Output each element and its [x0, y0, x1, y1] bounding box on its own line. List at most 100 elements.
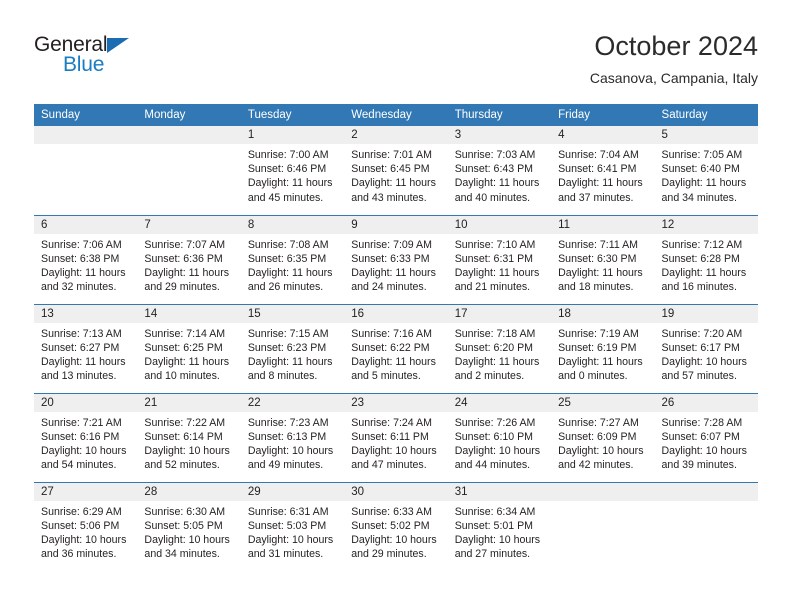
calendar-day-cell[interactable]: 29 Sunrise: 6:31 AM Sunset: 5:03 PM Dayligh…	[240, 481, 345, 571]
daylight-text: Daylight: 11 hours and 26 minutes.	[247, 266, 333, 294]
sunrise-text: Sunrise: 7:12 AM	[661, 238, 743, 251]
calendar-day-cell[interactable]: 23 Sunrise: 7:24 AM Sunset: 6:11 PM Dayligh…	[344, 392, 448, 482]
calendar-day-cell[interactable]: 19 Sunrise: 7:20 AM Sunset: 6:17 PM Dayligh…	[654, 303, 758, 393]
calendar-day-cell-empty	[34, 126, 138, 215]
sunrise-text: Sunrise: 6:30 AM	[144, 505, 226, 518]
calendar-day-cell[interactable]: 2 Sunrise: 7:01 AM Sunset: 6:45 PM Daylight…	[344, 126, 448, 215]
day-details: Sunrise: 7:19 AM Sunset: 6:19 PM Daylight:…	[551, 323, 654, 384]
calendar-day-cell[interactable]: 14 Sunrise: 7:14 AM Sunset: 6:25 PM Dayligh…	[137, 303, 241, 393]
daylight-text: Daylight: 11 hours and 24 minutes.	[351, 266, 436, 294]
sunset-text: Sunset: 6:19 PM	[558, 341, 637, 354]
calendar-day-cell[interactable]: 8 Sunrise: 7:08 AM Sunset: 6:35 PM Daylight…	[240, 214, 345, 304]
calendar-table: Sunday Monday Tuesday Wednesday Thursday Frid…	[34, 104, 758, 571]
sunset-text: Sunset: 6:33 PM	[351, 252, 430, 265]
calendar-day-cell[interactable]: 7 Sunrise: 7:07 AM Sunset: 6:36 PM Daylight…	[137, 214, 241, 304]
daylight-text: Daylight: 10 hours and 31 minutes.	[247, 533, 334, 561]
daylight-text: Daylight: 10 hours and 49 minutes.	[247, 444, 334, 472]
day-number: 26	[654, 393, 758, 412]
day-details: Sunrise: 7:14 AM Sunset: 6:25 PM Daylight:…	[137, 323, 240, 384]
sunset-text: Sunset: 6:35 PM	[247, 252, 327, 265]
calendar-header-row: Sunday Monday Tuesday Wednesday Thursday Frid…	[34, 104, 758, 126]
day-details: Sunrise: 6:30 AM Sunset: 5:05 PM Daylight:…	[137, 501, 240, 562]
calendar-day-cell[interactable]: 31 Sunrise: 6:34 AM Sunset: 5:01 PM Dayligh…	[447, 481, 552, 571]
day-number: 5	[654, 126, 758, 144]
calendar-day-cell[interactable]: 3 Sunrise: 7:03 AM Sunset: 6:43 PM Daylight…	[447, 126, 552, 215]
calendar-day-cell[interactable]: 9 Sunrise: 7:09 AM Sunset: 6:33 PM Daylight…	[344, 214, 448, 304]
calendar-day-cell[interactable]: 13 Sunrise: 7:13 AM Sunset: 6:27 PM Dayligh…	[34, 303, 138, 393]
day-details: Sunrise: 7:06 AM Sunset: 6:38 PM Daylight:…	[34, 234, 137, 295]
calendar-day-cell[interactable]: 11 Sunrise: 7:11 AM Sunset: 6:30 PM Dayligh…	[551, 214, 655, 304]
page-title: October 2024	[594, 31, 758, 61]
calendar-day-cell[interactable]: 20 Sunrise: 7:21 AM Sunset: 6:16 PM Dayligh…	[34, 392, 138, 482]
calendar-day-cell[interactable]: 25 Sunrise: 7:27 AM Sunset: 6:09 PM Dayligh…	[551, 392, 655, 482]
calendar-day-cell-empty	[137, 126, 241, 215]
day-details: Sunrise: 7:20 AM Sunset: 6:17 PM Daylight:…	[655, 323, 758, 384]
sunset-text: Sunset: 6:10 PM	[454, 430, 534, 443]
day-number: 10	[447, 215, 552, 234]
sunrise-text: Sunrise: 7:20 AM	[661, 327, 743, 340]
calendar-day-cell[interactable]: 27 Sunrise: 6:29 AM Sunset: 5:06 PM Dayligh…	[34, 481, 138, 571]
calendar-day-cell[interactable]: 26 Sunrise: 7:28 AM Sunset: 6:07 PM Dayligh…	[654, 392, 758, 482]
day-number: 3	[447, 126, 552, 144]
sunset-text: Sunset: 6:38 PM	[41, 252, 120, 265]
day-details: Sunrise: 7:05 AM Sunset: 6:40 PM Daylight:…	[655, 144, 758, 205]
calendar-day-cell[interactable]: 1 Sunrise: 7:00 AM Sunset: 6:46 PM Daylight…	[240, 126, 345, 215]
day-number: 6	[34, 215, 138, 234]
calendar-day-cell[interactable]: 16 Sunrise: 7:16 AM Sunset: 6:22 PM Dayligh…	[344, 303, 448, 393]
day-number: 20	[34, 393, 138, 412]
daylight-text: Daylight: 11 hours and 21 minutes.	[454, 266, 540, 294]
day-number: 4	[551, 126, 655, 144]
calendar-week-row: 6 Sunrise: 7:06 AM Sunset: 6:38 PM Daylight…	[34, 214, 758, 304]
day-details: Sunrise: 7:24 AM Sunset: 6:11 PM Daylight:…	[344, 412, 447, 473]
day-number	[137, 126, 241, 144]
sunset-text: Sunset: 6:31 PM	[454, 252, 534, 265]
weekday-header-row: Sunday Monday Tuesday Wednesday Thursday Frid…	[34, 104, 758, 126]
sunset-text: Sunset: 6:22 PM	[351, 341, 430, 354]
sunrise-text: Sunrise: 7:24 AM	[351, 416, 432, 429]
sunrise-text: Sunrise: 7:14 AM	[144, 327, 226, 340]
calendar-day-cell[interactable]: 21 Sunrise: 7:22 AM Sunset: 6:14 PM Dayligh…	[137, 392, 241, 482]
calendar-day-cell[interactable]: 12 Sunrise: 7:12 AM Sunset: 6:28 PM Dayligh…	[654, 214, 758, 304]
general-blue-logo[interactable]: General Blue	[34, 30, 146, 76]
day-details: Sunrise: 7:18 AM Sunset: 6:20 PM Daylight:…	[448, 323, 551, 384]
calendar-day-cell[interactable]: 30 Sunrise: 6:33 AM Sunset: 5:02 PM Dayligh…	[344, 481, 448, 571]
sunset-text: Sunset: 6:28 PM	[661, 252, 740, 265]
sunset-text: Sunset: 6:09 PM	[558, 430, 637, 443]
weekday-header-friday: Friday	[551, 104, 655, 126]
day-details: Sunrise: 7:09 AM Sunset: 6:33 PM Daylight:…	[344, 234, 447, 295]
calendar-day-cell[interactable]: 6 Sunrise: 7:06 AM Sunset: 6:38 PM Daylight…	[34, 214, 138, 304]
sunrise-text: Sunrise: 7:13 AM	[41, 327, 122, 340]
day-details: Sunrise: 7:01 AM Sunset: 6:45 PM Daylight:…	[344, 144, 447, 205]
calendar-week-row: 13 Sunrise: 7:13 AM Sunset: 6:27 PM Dayligh…	[34, 303, 758, 393]
sunrise-text: Sunrise: 7:18 AM	[454, 327, 536, 340]
daylight-text: Daylight: 11 hours and 10 minutes.	[144, 355, 230, 383]
calendar-day-cell[interactable]: 22 Sunrise: 7:23 AM Sunset: 6:13 PM Dayligh…	[240, 392, 345, 482]
sunrise-text: Sunrise: 7:07 AM	[144, 238, 226, 251]
page-subtitle: Casanova, Campania, Italy	[589, 70, 758, 86]
daylight-text: Daylight: 10 hours and 54 minutes.	[41, 444, 127, 472]
sunset-text: Sunset: 6:23 PM	[247, 341, 327, 354]
calendar-day-cell[interactable]: 5 Sunrise: 7:05 AM Sunset: 6:40 PM Daylight…	[654, 126, 758, 215]
day-number: 22	[240, 393, 345, 412]
day-details: Sunrise: 7:26 AM Sunset: 6:10 PM Daylight:…	[448, 412, 551, 473]
calendar-day-cell[interactable]: 17 Sunrise: 7:18 AM Sunset: 6:20 PM Dayligh…	[447, 303, 552, 393]
daylight-text: Daylight: 10 hours and 39 minutes.	[661, 444, 747, 472]
day-details: Sunrise: 7:04 AM Sunset: 6:41 PM Daylight:…	[551, 144, 654, 205]
day-number: 15	[240, 304, 345, 323]
day-number: 13	[34, 304, 138, 323]
triangle-icon	[107, 38, 129, 53]
day-number: 31	[447, 482, 552, 501]
day-number: 11	[551, 215, 655, 234]
sunrise-text: Sunrise: 7:15 AM	[247, 327, 329, 340]
calendar-day-cell[interactable]: 4 Sunrise: 7:04 AM Sunset: 6:41 PM Daylight…	[551, 126, 655, 215]
calendar-day-cell[interactable]: 15 Sunrise: 7:15 AM Sunset: 6:23 PM Dayligh…	[240, 303, 345, 393]
daylight-text: Daylight: 11 hours and 43 minutes.	[351, 177, 436, 204]
sunrise-text: Sunrise: 7:22 AM	[144, 416, 226, 429]
calendar-day-cell[interactable]: 24 Sunrise: 7:26 AM Sunset: 6:10 PM Dayligh…	[447, 392, 552, 482]
calendar-day-cell[interactable]: 18 Sunrise: 7:19 AM Sunset: 6:19 PM Dayligh…	[551, 303, 655, 393]
daylight-text: Daylight: 11 hours and 29 minutes.	[144, 266, 230, 294]
sunset-text: Sunset: 6:41 PM	[558, 163, 637, 176]
calendar-day-cell[interactable]: 28 Sunrise: 6:30 AM Sunset: 5:05 PM Dayligh…	[137, 481, 241, 571]
calendar-day-cell[interactable]: 10 Sunrise: 7:10 AM Sunset: 6:31 PM Dayligh…	[447, 214, 552, 304]
day-details: Sunrise: 7:15 AM Sunset: 6:23 PM Daylight:…	[241, 323, 344, 384]
